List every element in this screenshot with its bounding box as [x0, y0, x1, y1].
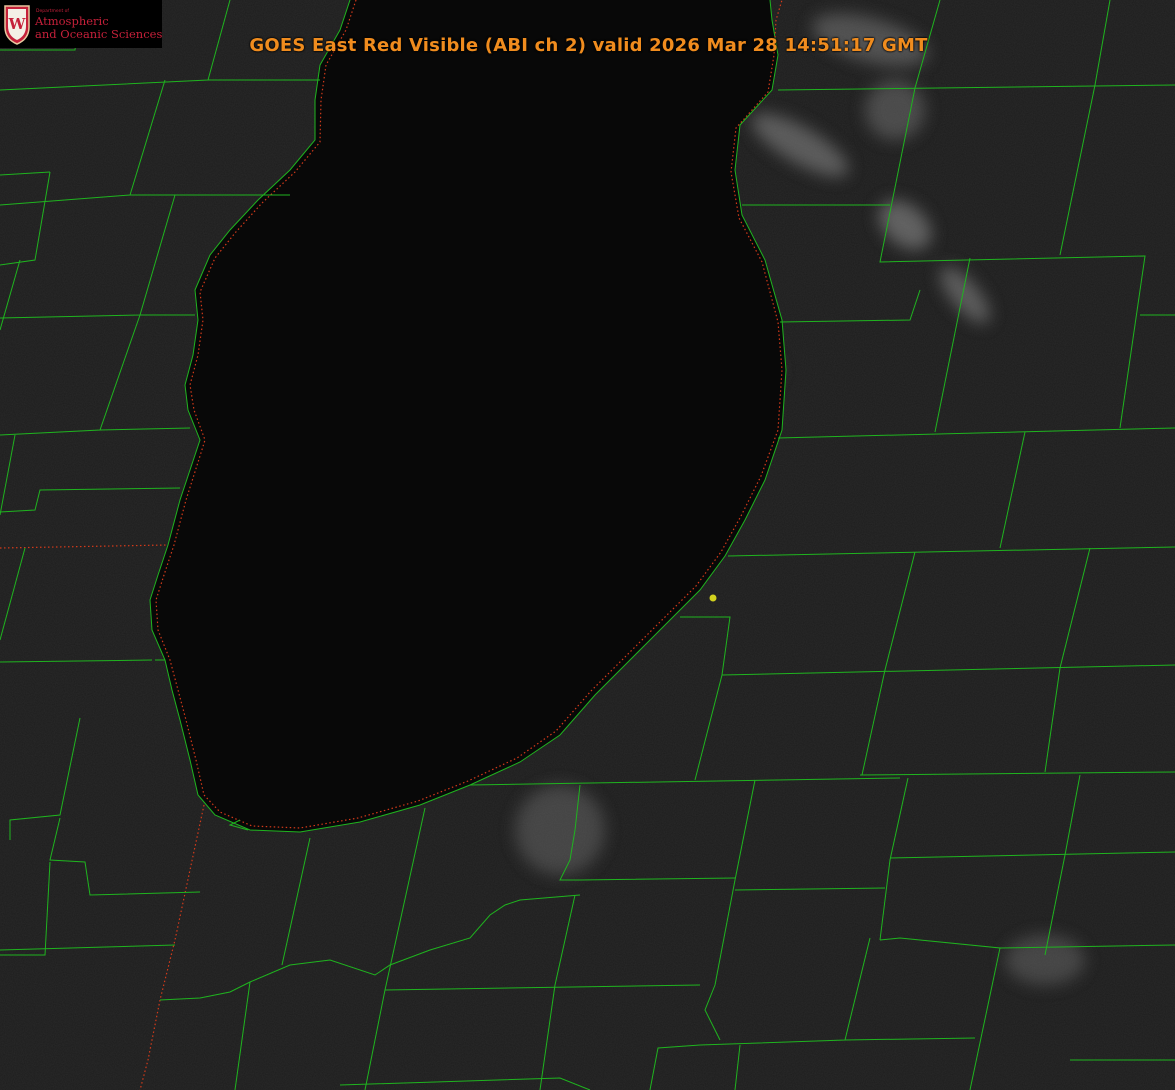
logo-line-atmospheric: Atmospheric — [35, 14, 109, 28]
logo-line-oceanic: and Oceanic Sciences — [35, 27, 163, 41]
uw-shield-icon: W — [4, 5, 30, 45]
station-marker — [709, 594, 717, 602]
image-title-text: GOES East Red Visible (ABI ch 2) valid 2… — [249, 35, 928, 56]
satellite-image-viewer: GOES East Red Visible (ABI ch 2) valid 2… — [0, 0, 1175, 1090]
svg-text:W: W — [8, 15, 27, 33]
aos-logo: W Department of Atmospheric and Oceanic … — [0, 0, 162, 48]
satellite-map — [0, 0, 1175, 1090]
image-title: GOES East Red Visible (ABI ch 2) valid 2… — [0, 35, 1175, 56]
